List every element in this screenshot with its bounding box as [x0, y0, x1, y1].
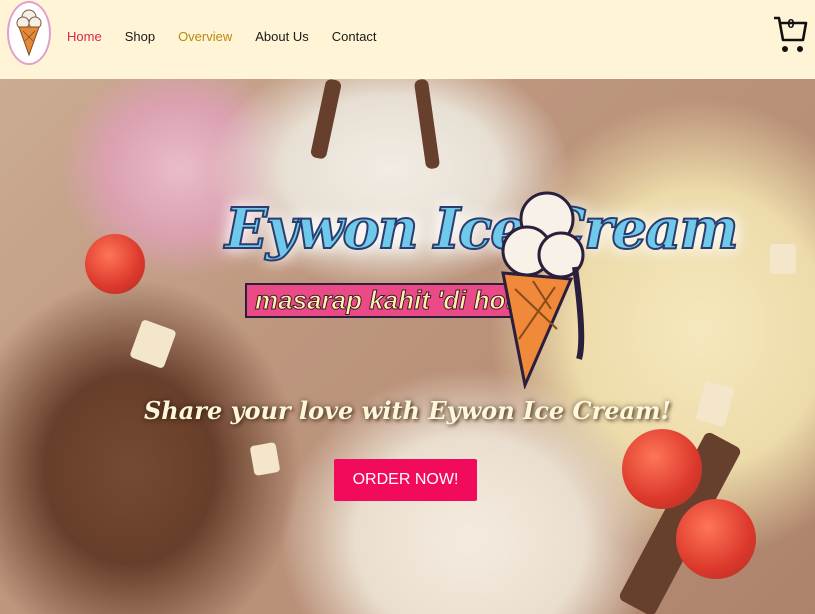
- brand-slogan: masarap kahit 'di hot!: [245, 283, 533, 318]
- logo-icon[interactable]: [7, 1, 51, 65]
- nav-shop[interactable]: Shop: [125, 29, 155, 44]
- cart-count-badge: 0: [787, 16, 795, 31]
- site-header: Home Shop Overview About Us Contact 0: [0, 0, 815, 79]
- nav-about-us[interactable]: About Us: [255, 29, 308, 44]
- hero-tagline: Share your love with Eywon Ice Cream!: [143, 396, 672, 425]
- brand-logo: Eywon Ice Cream masarap kahit 'di hot!: [215, 171, 740, 389]
- main-nav: Home Shop Overview About Us Contact: [67, 29, 377, 44]
- nav-overview[interactable]: Overview: [178, 29, 232, 44]
- order-now-button[interactable]: ORDER NOW!: [334, 459, 477, 501]
- nav-contact[interactable]: Contact: [332, 29, 377, 44]
- nav-home[interactable]: Home: [67, 29, 102, 44]
- cart-button[interactable]: 0: [772, 14, 808, 56]
- brand-title: Eywon Ice Cream: [224, 195, 740, 263]
- ice-cream-cone-logo-icon: [501, 191, 585, 389]
- hero-banner: Eywon Ice Cream masarap kahit 'di hot! S…: [0, 79, 815, 614]
